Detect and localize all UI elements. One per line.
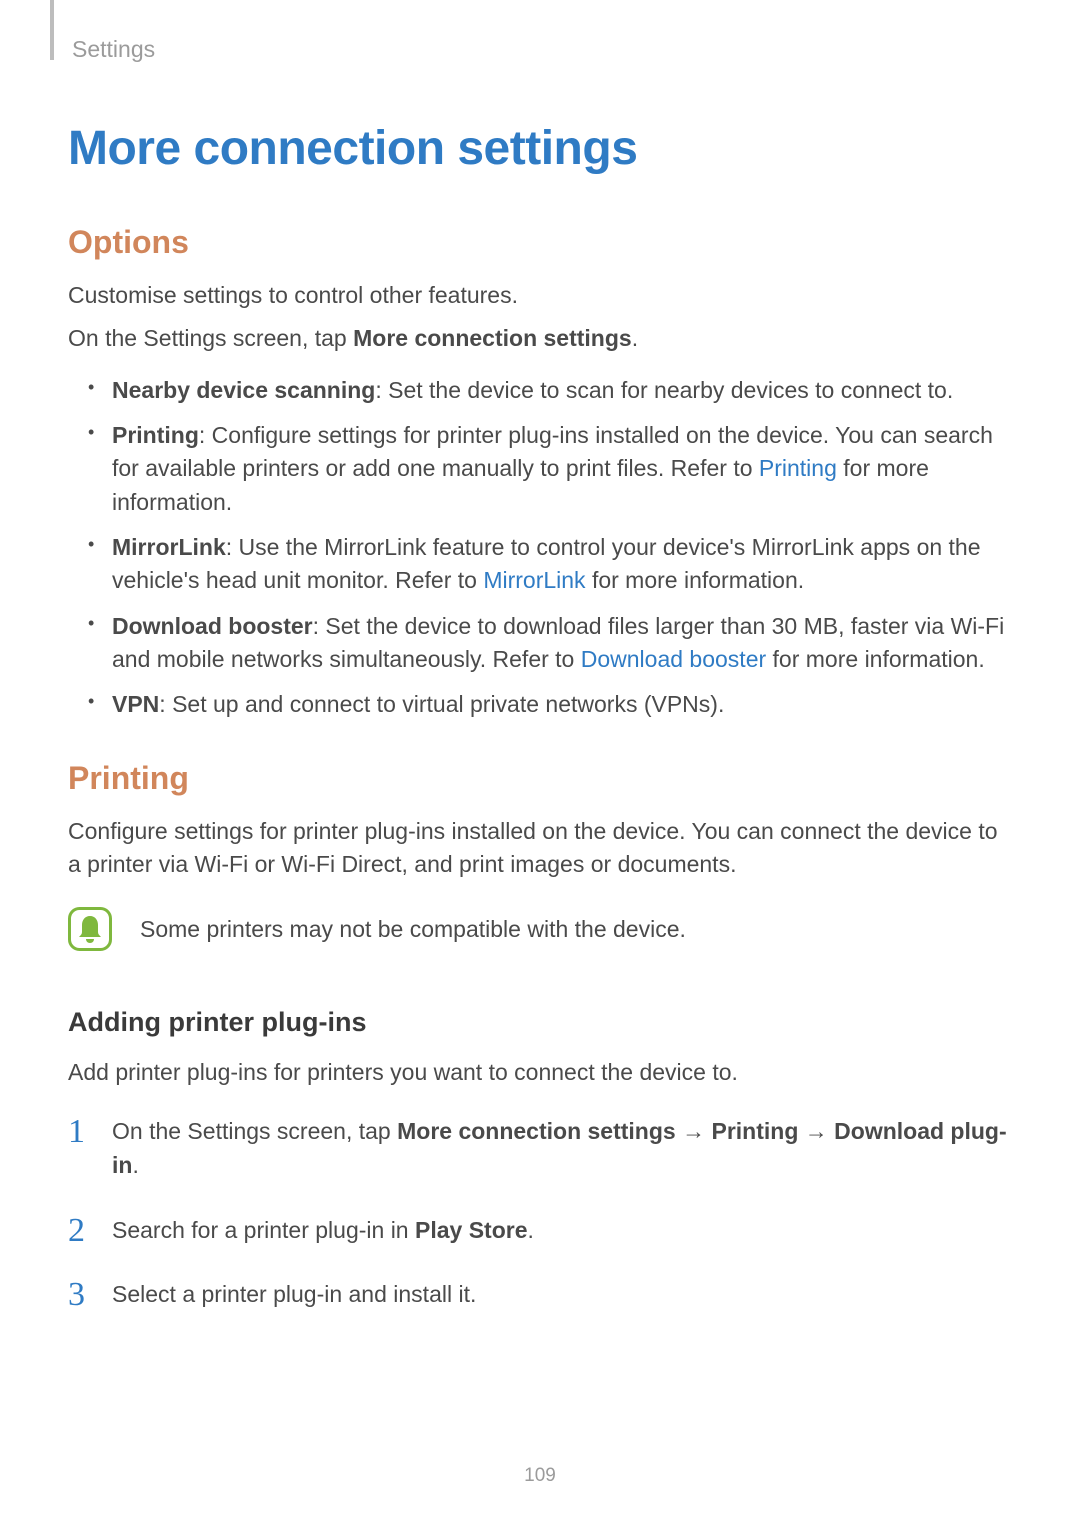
header-rule: [50, 0, 54, 60]
step-item: 2 Search for a printer plug-in in Play S…: [68, 1213, 1012, 1248]
link-download-booster[interactable]: Download booster: [581, 646, 766, 672]
printing-heading: Printing: [68, 760, 1012, 797]
bullet-item: Download booster: Set the device to down…: [68, 610, 1012, 677]
note-text: Some printers may not be compatible with…: [140, 916, 686, 943]
step-bold: Play Store: [415, 1217, 528, 1243]
steps-list: 1 On the Settings screen, tap More conne…: [68, 1114, 1012, 1312]
bullet-term: MirrorLink: [112, 534, 226, 560]
link-mirrorlink[interactable]: MirrorLink: [483, 567, 585, 593]
options-instruction-prefix: On the Settings screen, tap: [68, 325, 353, 351]
link-printing[interactable]: Printing: [759, 455, 837, 481]
step-text-prefix: On the Settings screen, tap: [112, 1118, 397, 1144]
options-instruction: On the Settings screen, tap More connect…: [68, 322, 1012, 355]
bullet-item: Nearby device scanning: Set the device t…: [68, 374, 1012, 407]
step-text-prefix: Search for a printer plug-in in: [112, 1217, 415, 1243]
bullet-item: Printing: Configure settings for printer…: [68, 419, 1012, 519]
options-bullet-list: Nearby device scanning: Set the device t…: [68, 374, 1012, 722]
bullet-desc-after: for more information.: [586, 567, 805, 593]
options-instruction-suffix: .: [632, 325, 638, 351]
note-row: Some printers may not be compatible with…: [68, 907, 1012, 951]
step-suffix: .: [132, 1152, 138, 1178]
bullet-item: MirrorLink: Use the MirrorLink feature t…: [68, 531, 1012, 598]
options-intro: Customise settings to control other feat…: [68, 279, 1012, 312]
printing-sub-heading: Adding printer plug-ins: [68, 1007, 1012, 1038]
page-number: 109: [0, 1465, 1080, 1487]
step-suffix: .: [528, 1217, 534, 1243]
options-instruction-bold: More connection settings: [353, 325, 632, 351]
bullet-term: VPN: [112, 691, 159, 717]
bullet-term: Printing: [112, 422, 199, 448]
step-arrow: →: [676, 1118, 712, 1144]
printing-intro: Configure settings for printer plug-ins …: [68, 815, 1012, 882]
step-number: 1: [68, 1106, 85, 1157]
bullet-item: VPN: Set up and connect to virtual priva…: [68, 688, 1012, 721]
step-bold: More connection settings: [397, 1118, 676, 1144]
breadcrumb: Settings: [72, 36, 1012, 63]
page: Settings More connection settings Option…: [0, 0, 1080, 1527]
step-number: 3: [68, 1269, 85, 1320]
step-item: 1 On the Settings screen, tap More conne…: [68, 1114, 1012, 1183]
step-number: 2: [68, 1205, 85, 1256]
printing-sub-intro: Add printer plug-ins for printers you wa…: [68, 1056, 1012, 1089]
options-heading: Options: [68, 224, 1012, 261]
bullet-desc: : Set the device to scan for nearby devi…: [375, 377, 953, 403]
bullet-term: Nearby device scanning: [112, 377, 375, 403]
bell-icon: [68, 907, 112, 951]
step-text: Select a printer plug-in and install it.: [112, 1281, 476, 1307]
bullet-desc: : Set up and connect to virtual private …: [159, 691, 724, 717]
bullet-term: Download booster: [112, 613, 313, 639]
step-item: 3 Select a printer plug-in and install i…: [68, 1277, 1012, 1312]
step-bold: Printing: [711, 1118, 798, 1144]
bullet-desc-after: for more information.: [766, 646, 985, 672]
page-title: More connection settings: [68, 121, 1012, 176]
step-arrow: →: [798, 1118, 834, 1144]
